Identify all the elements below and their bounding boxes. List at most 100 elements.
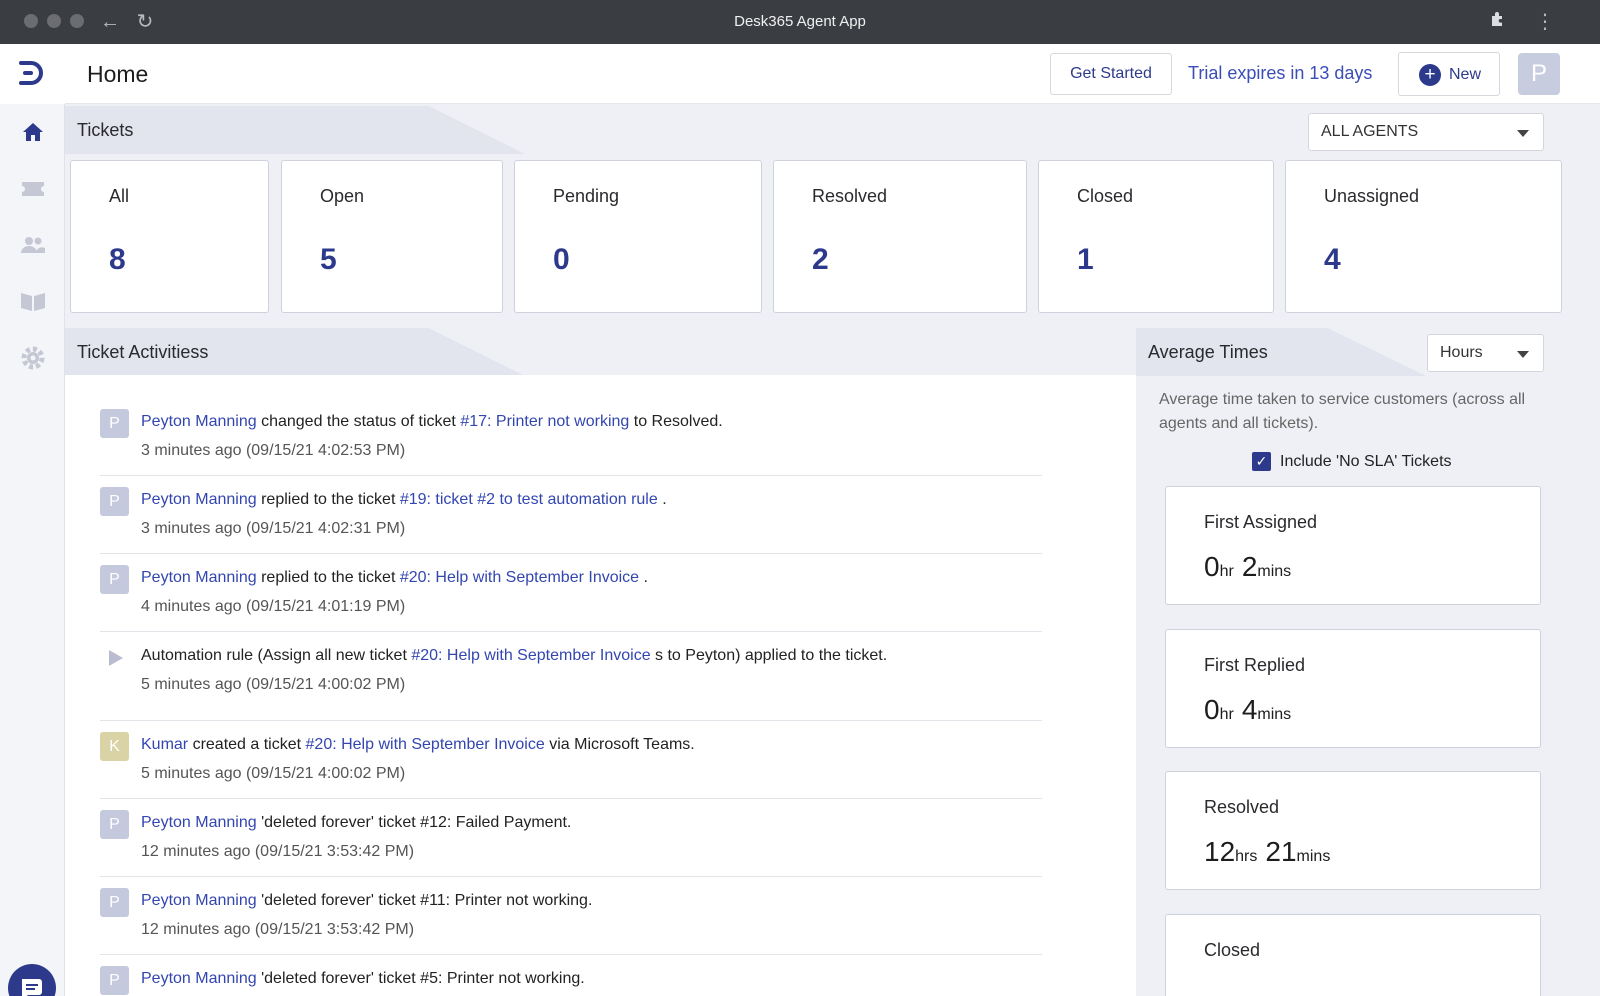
avg-card-first-assigned: First Assigned 0hr 2mins <box>1165 486 1541 605</box>
stat-label: Open <box>320 186 365 206</box>
activity-item: P Peyton Manning 'deleted forever' ticke… <box>100 966 1042 996</box>
chat-bubble-icon <box>22 979 42 996</box>
activity-text: Peyton Manning 'deleted forever' ticket … <box>141 970 585 988</box>
knowledge-base-icon[interactable] <box>19 287 47 315</box>
avg-minutes-unit: mins <box>1296 848 1331 865</box>
actor-link[interactable]: Peyton Manning <box>141 970 257 987</box>
tickets-icon[interactable] <box>19 175 47 203</box>
actor-link[interactable]: Kumar <box>141 736 188 753</box>
stat-card-unassigned[interactable]: Unassigned 4 <box>1285 160 1562 313</box>
activity-text: Peyton Manning 'deleted forever' ticket … <box>141 892 592 910</box>
avg-hours: 0 <box>1204 694 1220 725</box>
activity-avatar: K <box>100 732 129 761</box>
stat-label: Pending <box>553 186 620 206</box>
stat-card-closed[interactable]: Closed 1 <box>1038 160 1274 313</box>
automation-play-icon <box>109 650 123 666</box>
checkmark-icon[interactable]: ✓ <box>1252 452 1271 471</box>
activity-text: Peyton Manning 'deleted forever' ticket … <box>141 814 571 832</box>
activity-avatar: P <box>100 565 129 594</box>
top-header: Home Get Started Trial expires in 13 day… <box>65 44 1600 104</box>
activity-avatar: P <box>100 888 129 917</box>
plus-circle-icon: + <box>1419 64 1441 86</box>
activity-timestamp: 5 minutes ago (09/15/21 4:00:02 PM) <box>141 676 406 693</box>
avg-card-value: 0hr 4mins <box>1204 694 1299 726</box>
average-times-description: Average time taken to service customers … <box>1159 391 1526 432</box>
tickets-section-title: Tickets <box>77 120 134 140</box>
time-unit-select[interactable]: Hours <box>1427 334 1544 372</box>
stat-value: 1 <box>1077 243 1094 276</box>
average-times-panel: Average Times Hours Average time taken t… <box>1136 328 1600 996</box>
average-times-header: Average Times <box>1136 328 1426 376</box>
chevron-down-icon <box>1517 351 1529 358</box>
activity-text-part: s to Peyton) applied to the ticket. <box>650 647 888 664</box>
window-titlebar: ← ↻ Desk365 Agent App ⋮ <box>0 0 1600 44</box>
stat-card-pending[interactable]: Pending 0 <box>514 160 762 313</box>
activity-text-part: 'deleted forever' ticket #5: Printer not… <box>256 970 585 987</box>
actor-link[interactable]: Peyton Manning <box>141 569 257 586</box>
ticket-link[interactable]: #19: ticket #2 to test automation rule <box>400 491 658 508</box>
avg-card-resolved: Resolved 12hrs 21mins <box>1165 771 1541 890</box>
activity-text: Peyton Manning replied to the ticket #20… <box>141 569 648 587</box>
avg-card-value: 12hrs 21mins <box>1204 836 1338 868</box>
activity-text: Peyton Manning replied to the ticket #19… <box>141 491 667 509</box>
tickets-section-header: Tickets <box>65 106 525 154</box>
avg-card-label: Resolved <box>1204 797 1280 817</box>
stat-value: 0 <box>553 243 570 276</box>
stat-value: 4 <box>1324 243 1341 276</box>
new-button[interactable]: + New <box>1398 52 1500 96</box>
avg-hours-unit: hrs <box>1235 848 1258 865</box>
stat-value: 5 <box>320 243 337 276</box>
activity-text-part: created a ticket <box>188 736 306 753</box>
avg-card-label: First Replied <box>1204 655 1306 675</box>
stat-label: Closed <box>1077 186 1134 206</box>
page-title: Home <box>87 61 149 87</box>
activity-timestamp: 4 minutes ago (09/15/21 4:01:19 PM) <box>141 598 406 615</box>
avg-card-closed: Closed <box>1165 914 1541 996</box>
stat-card-open[interactable]: Open 5 <box>281 160 503 313</box>
actor-link[interactable]: Peyton Manning <box>141 892 257 909</box>
trial-expiry-link[interactable]: Trial expires in 13 days <box>1188 63 1372 84</box>
settings-icon[interactable] <box>19 344 47 372</box>
agent-filter-value: ALL AGENTS <box>1321 123 1419 140</box>
avg-hours: 0 <box>1204 551 1220 582</box>
contacts-icon[interactable] <box>19 231 47 259</box>
activity-text-part: 'deleted forever' ticket #11: Printer no… <box>256 892 593 909</box>
actor-link[interactable]: Peyton Manning <box>141 814 257 831</box>
extensions-puzzle-icon[interactable] <box>1486 10 1510 34</box>
avg-minutes-unit: mins <box>1257 563 1292 580</box>
activity-feed: P Peyton Manning changed the status of t… <box>65 375 1136 996</box>
agent-filter-select[interactable]: ALL AGENTS <box>1308 113 1544 151</box>
activity-text-part: . <box>657 491 667 508</box>
activity-text-part: replied to the ticket <box>256 569 400 586</box>
actor-link[interactable]: Peyton Manning <box>141 491 257 508</box>
avg-minutes-unit: mins <box>1257 706 1292 723</box>
activity-text-part: to Resolved. <box>629 413 723 430</box>
activity-timestamp: 5 minutes ago (09/15/21 4:00:02 PM) <box>141 765 406 782</box>
user-avatar[interactable]: P <box>1518 53 1560 95</box>
include-no-sla-label: Include 'No SLA' Tickets <box>1280 453 1452 470</box>
get-started-button[interactable]: Get Started <box>1050 53 1172 95</box>
activity-item: P Peyton Manning changed the status of t… <box>100 409 1042 476</box>
stat-label: Unassigned <box>1324 186 1420 206</box>
more-vertical-icon[interactable]: ⋮ <box>1533 10 1557 34</box>
avg-hours-unit: hr <box>1219 706 1234 723</box>
ticket-link[interactable]: #20: Help with September Invoice <box>411 647 650 664</box>
actor-link[interactable]: Peyton Manning <box>141 413 257 430</box>
avg-minutes: 2 <box>1241 551 1258 582</box>
avg-hours-unit: hr <box>1219 563 1234 580</box>
desk365-logo[interactable] <box>0 44 65 104</box>
stat-card-all[interactable]: All 8 <box>70 160 269 313</box>
home-icon[interactable] <box>19 118 47 146</box>
ticket-link[interactable]: #17: Printer not working <box>460 413 629 430</box>
ticket-link[interactable]: #20: Help with September Invoice <box>306 736 545 753</box>
chat-support-button[interactable] <box>8 964 56 996</box>
activity-text: Automation rule (Assign all new ticket #… <box>141 647 887 665</box>
stat-card-resolved[interactable]: Resolved 2 <box>773 160 1027 313</box>
new-button-label: New <box>1449 66 1482 83</box>
activity-text-part: replied to the ticket <box>256 491 400 508</box>
activity-avatar: P <box>100 487 129 516</box>
chevron-down-icon <box>1517 130 1529 137</box>
activity-item: P Peyton Manning replied to the ticket #… <box>100 565 1042 632</box>
main-content: Tickets ALL AGENTS All 8 Open 5 Pending … <box>65 104 1600 996</box>
ticket-link[interactable]: #20: Help with September Invoice <box>400 569 639 586</box>
